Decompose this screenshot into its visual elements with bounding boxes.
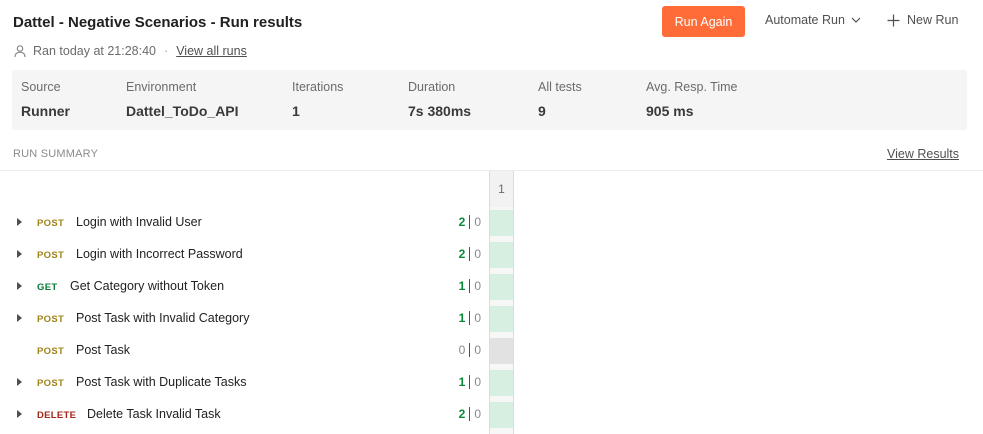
passed-count: 1 [458, 311, 466, 325]
test-counts: 1 0 [459, 375, 481, 389]
method-badge: POST [37, 250, 65, 261]
request-row: POST Post Task with Invalid Category 1 0 [0, 303, 983, 335]
request-row: POST Login with Invalid User 2 0 [0, 207, 983, 239]
automate-run-dropdown[interactable]: Automate Run [765, 13, 861, 27]
result-cell[interactable] [490, 306, 513, 332]
request-row: POST Login with Incorrect Password 2 0 [0, 239, 983, 271]
count-separator [469, 343, 471, 357]
stat-label: Avg. Resp. Time [646, 80, 738, 94]
result-cell[interactable] [490, 402, 513, 428]
test-counts: 1 0 [459, 311, 481, 325]
expand-caret-icon[interactable] [17, 218, 22, 226]
stat-label: Duration [408, 80, 456, 94]
run-meta: Ran today at 21:28:40 · View all runs [13, 44, 247, 58]
page-title: Dattel - Negative Scenarios - Run result… [13, 14, 303, 31]
stat-value: Dattel_ToDo_API [126, 103, 239, 119]
request-name[interactable]: Post Task with Duplicate Tasks [76, 375, 246, 389]
expand-caret-icon[interactable] [17, 378, 22, 386]
test-counts: 1 0 [459, 279, 481, 293]
result-cell[interactable] [490, 274, 513, 300]
run-stats-panel: Source Runner Environment Dattel_ToDo_AP… [12, 70, 967, 130]
stat-value: 905 ms [646, 103, 694, 119]
stat-value: 1 [292, 103, 300, 119]
request-name[interactable]: Get Category without Token [70, 279, 224, 293]
request-row: POST Post Task with Duplicate Tasks 1 0 [0, 367, 983, 399]
passed-count: 2 [458, 407, 466, 421]
meta-separator: · [164, 44, 169, 58]
run-timestamp: Ran today at 21:28:40 [33, 44, 157, 58]
stat-duration: Duration 7s 380ms [408, 80, 471, 119]
count-separator [469, 247, 471, 261]
expand-caret-icon[interactable] [17, 314, 22, 322]
request-row: POST Post Task 0 0 [0, 335, 983, 367]
failed-count: 0 [474, 279, 481, 293]
test-counts: 2 0 [459, 215, 481, 229]
method-badge: POST [37, 218, 65, 229]
passed-count: 0 [458, 343, 466, 357]
stat-environment: Environment Dattel_ToDo_API [126, 80, 239, 119]
passed-count: 2 [458, 247, 466, 261]
expand-caret-icon[interactable] [17, 410, 22, 418]
result-cell[interactable] [490, 210, 513, 236]
test-counts: 0 0 [459, 343, 481, 357]
count-separator [469, 215, 471, 229]
stat-value: 7s 380ms [408, 103, 472, 119]
result-cell[interactable] [490, 370, 513, 396]
expand-caret-icon[interactable] [17, 282, 22, 290]
stat-label: Iterations [292, 80, 344, 94]
result-cell[interactable] [490, 242, 513, 268]
method-badge: POST [37, 314, 65, 325]
view-results-link[interactable]: View Results [887, 147, 959, 161]
automate-run-label: Automate Run [765, 13, 845, 27]
chevron-down-icon [851, 17, 861, 23]
request-name[interactable]: Login with Invalid User [76, 215, 202, 229]
failed-count: 0 [474, 311, 481, 325]
failed-count: 0 [474, 247, 481, 261]
iteration-header: 1 [489, 171, 514, 207]
request-name[interactable]: Login with Incorrect Password [76, 247, 243, 261]
failed-count: 0 [474, 407, 481, 421]
method-badge: GET [37, 282, 58, 293]
stat-value: 9 [538, 103, 546, 119]
plus-icon [887, 14, 900, 26]
run-again-button[interactable]: Run Again [662, 6, 745, 37]
stat-avg-resp-time: Avg. Resp. Time 905 ms [646, 80, 737, 119]
passed-count: 1 [458, 375, 466, 389]
test-counts: 2 0 [459, 247, 481, 261]
new-run-label: New Run [907, 13, 959, 27]
count-separator [469, 311, 471, 325]
request-name[interactable]: Post Task [76, 343, 130, 357]
request-row: GET Get Category without Token 1 0 [0, 271, 983, 303]
failed-count: 0 [474, 343, 481, 357]
count-separator [469, 407, 471, 421]
passed-count: 2 [458, 215, 466, 229]
user-icon [14, 45, 26, 58]
view-all-runs-link[interactable]: View all runs [176, 44, 247, 58]
failed-count: 0 [474, 375, 481, 389]
result-cell[interactable] [490, 338, 513, 364]
method-badge: POST [37, 346, 65, 357]
stat-label: Environment [126, 80, 197, 94]
test-counts: 2 0 [459, 407, 481, 421]
stat-label: Source [21, 80, 61, 94]
request-name[interactable]: Delete Task Invalid Task [87, 407, 221, 421]
stat-iterations: Iterations 1 [292, 80, 343, 119]
stat-all-tests: All tests 9 [538, 80, 582, 119]
run-summary-title: RUN SUMMARY [13, 148, 99, 160]
new-run-button[interactable]: New Run [887, 13, 958, 27]
method-badge: DELETE [37, 410, 77, 421]
request-row: DELETE Delete Task Invalid Task 2 0 [0, 399, 983, 431]
stat-source: Source Runner [21, 80, 70, 119]
count-separator [469, 375, 471, 389]
failed-count: 0 [474, 215, 481, 229]
method-badge: POST [37, 378, 65, 389]
count-separator [469, 279, 471, 293]
stat-value: Runner [21, 103, 70, 119]
stat-label: All tests [538, 80, 582, 94]
expand-caret-icon[interactable] [17, 250, 22, 258]
request-name[interactable]: Post Task with Invalid Category [76, 311, 249, 325]
passed-count: 1 [458, 279, 466, 293]
